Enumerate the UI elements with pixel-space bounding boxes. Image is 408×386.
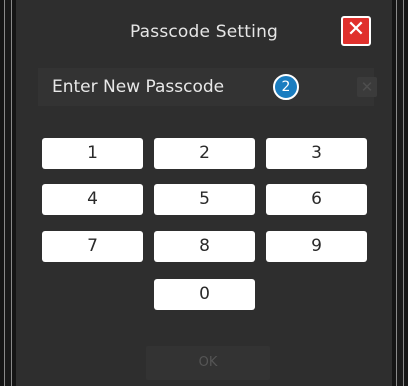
right-frame-edge [396,0,404,386]
left-frame-edge [4,0,12,386]
key-6[interactable]: 6 [266,184,367,215]
close-button[interactable]: ✕ [341,16,371,46]
clear-icon: ✕ [360,78,374,96]
key-2[interactable]: 2 [154,138,255,169]
key-3[interactable]: 3 [266,138,367,169]
passcode-entry-row: Enter New Passcode 2 ✕ [38,68,377,106]
step-badge: 2 [273,74,299,100]
key-4[interactable]: 4 [42,184,143,215]
key-1[interactable]: 1 [42,138,143,169]
dialog-title: Passcode Setting [129,22,279,42]
passcode-dialog: Passcode Setting ✕ Enter New Passcode 2 … [16,0,392,386]
key-7[interactable]: 7 [42,231,143,262]
key-0[interactable]: 0 [154,279,255,310]
ok-button[interactable]: OK [146,346,270,380]
key-9[interactable]: 9 [266,231,367,262]
clear-button[interactable]: ✕ [357,77,377,97]
entry-label: Enter New Passcode [52,77,225,97]
close-icon: ✕ [346,17,366,42]
key-8[interactable]: 8 [154,231,255,262]
key-5[interactable]: 5 [154,184,255,215]
window-frame: Passcode Setting ✕ Enter New Passcode 2 … [0,0,408,386]
